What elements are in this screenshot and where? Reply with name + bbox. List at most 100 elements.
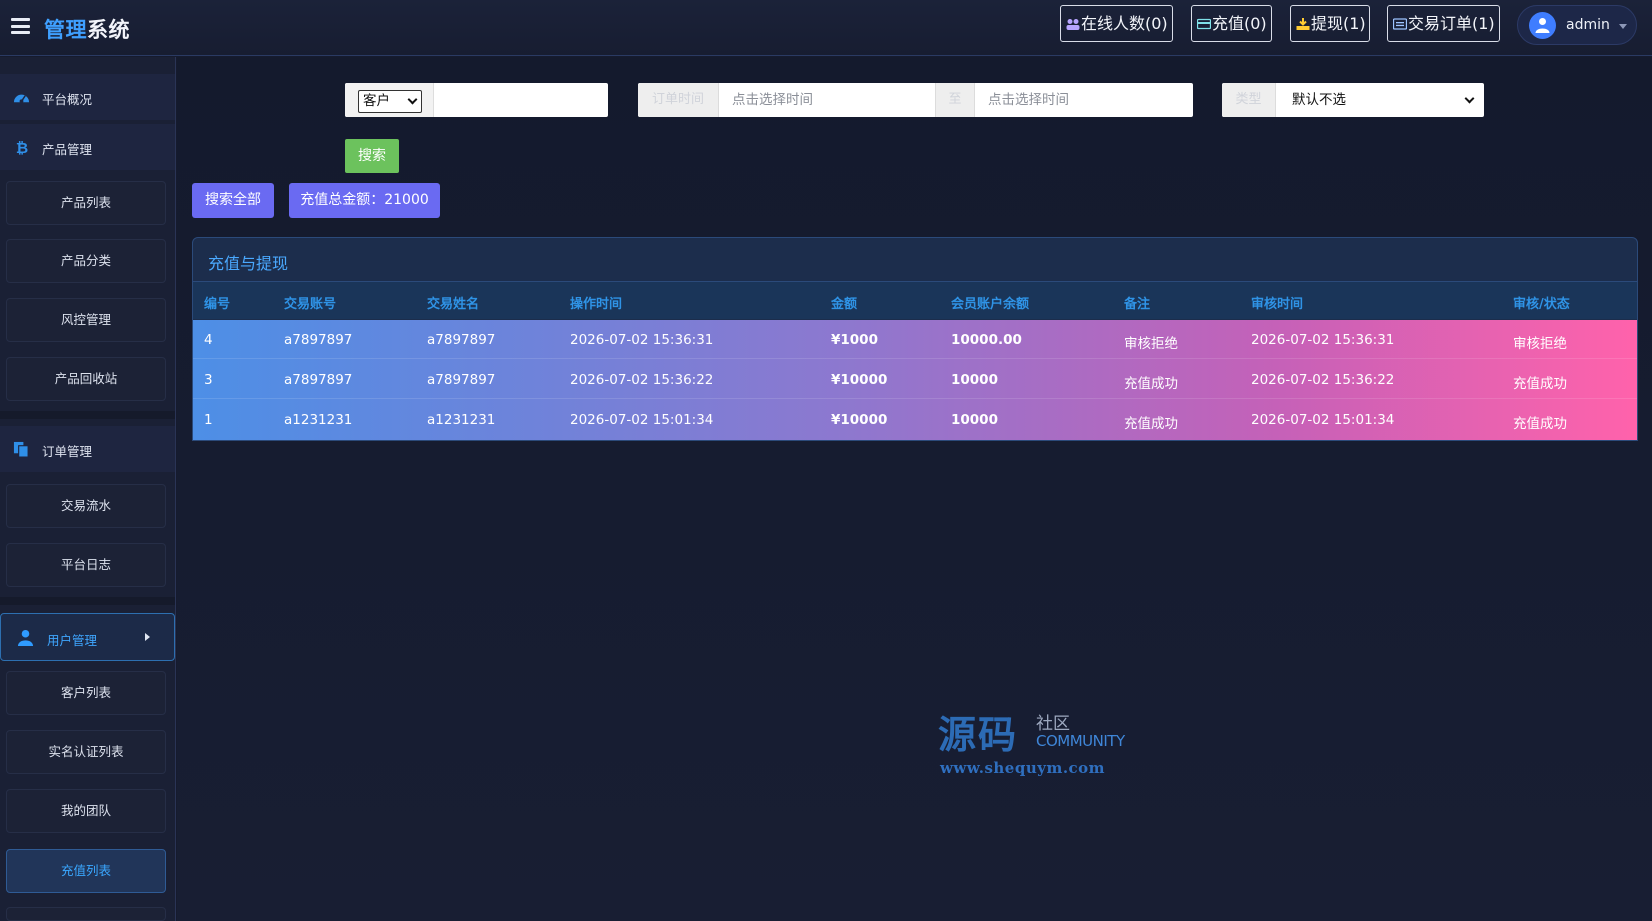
sidebar-item-risk-control[interactable]: 风控管理 xyxy=(6,298,166,342)
logo-text-part1: 管理 xyxy=(44,18,87,42)
users-icon xyxy=(1066,19,1080,30)
account-type-select[interactable]: 客户 xyxy=(358,90,422,113)
sidebar-item-partial[interactable] xyxy=(6,907,166,921)
watermark-logo: 源码 社区 COMMUNITY www.shequym.com xyxy=(938,704,1138,794)
sidebar-group-label: 用户管理 xyxy=(47,633,98,648)
dashboard-icon xyxy=(13,94,30,104)
user-menu[interactable]: admin xyxy=(1517,5,1637,45)
sidebar-item-customer-list[interactable]: 客户列表 xyxy=(6,671,166,715)
column-header-note: 备注 xyxy=(1124,297,1151,312)
recharge-total-badge: 充值总金额：21000 xyxy=(289,183,440,218)
cell-review-time: 2026-07-02 15:36:22 xyxy=(1251,372,1395,388)
cell-amount: ¥1000 xyxy=(831,332,878,348)
sidebar-group-users[interactable]: 用户管理 xyxy=(0,613,175,661)
watermark-big-text: 源码 xyxy=(938,713,1019,757)
recharge-withdraw-panel: 充值与提现 编号 交易账号 交易姓名 操作时间 金额 会员账户余额 备注 审核时… xyxy=(192,237,1638,441)
cell-name: a7897897 xyxy=(427,332,496,348)
column-header-id: 编号 xyxy=(204,297,231,312)
table-row[interactable]: 4 a7897897 a7897897 2026-07-02 15:36:31 … xyxy=(193,320,1637,359)
account-input[interactable] xyxy=(435,83,608,117)
cell-name: a1231231 xyxy=(427,412,496,428)
column-header-review-time: 审核时间 xyxy=(1251,297,1304,312)
user-name: admin xyxy=(1566,17,1610,33)
sidebar-item-my-team[interactable]: 我的团队 xyxy=(6,789,166,833)
search-all-button[interactable]: 搜索全部 xyxy=(192,183,274,218)
hamburger-menu-icon[interactable] xyxy=(11,18,30,34)
sidebar-item-recharge-list[interactable]: 充值列表 xyxy=(6,849,166,893)
logo-text-part2: 系统 xyxy=(87,18,130,42)
cell-account: a7897897 xyxy=(284,372,353,388)
caret-down-icon xyxy=(1619,24,1627,29)
sidebar-item-platform-log[interactable]: 平台日志 xyxy=(6,543,166,587)
table-row[interactable]: 1 a1231231 a1231231 2026-07-02 15:01:34 … xyxy=(193,400,1637,439)
list-card-icon xyxy=(1393,18,1407,30)
cell-balance: 10000 xyxy=(951,412,998,428)
cell-id: 3 xyxy=(204,372,213,388)
cell-id: 4 xyxy=(204,332,213,348)
sidebar-group-products[interactable]: ₿ 产品管理 xyxy=(0,124,175,170)
sidebar-item-product-recycle[interactable]: 产品回收站 xyxy=(6,357,166,401)
sidebar-divider xyxy=(0,411,175,419)
trade-orders-label: 交易订单(1) xyxy=(1408,14,1495,33)
cell-note: 充值成功 xyxy=(1124,416,1178,432)
watermark-small-text: 社区 xyxy=(1036,714,1070,734)
watermark-en-text: COMMUNITY xyxy=(1036,732,1125,750)
copy-icon xyxy=(13,441,29,458)
table-row[interactable]: 3 a7897897 a7897897 2026-07-02 15:36:22 … xyxy=(193,360,1637,399)
cell-status: 审核拒绝 xyxy=(1513,336,1567,352)
watermark-url: www.shequym.com xyxy=(940,759,1106,777)
withdraw-button[interactable]: 提现(1) xyxy=(1290,5,1370,42)
cell-amount: ¥10000 xyxy=(831,412,888,428)
type-select-value: 默认不选 xyxy=(1292,92,1346,108)
credit-card-icon xyxy=(1197,18,1211,30)
sidebar-item-realname-list[interactable]: 实名认证列表 xyxy=(6,730,166,774)
table-body: 4 a7897897 a7897897 2026-07-02 15:36:31 … xyxy=(193,320,1637,440)
sidebar-item-trade-flow[interactable]: 交易流水 xyxy=(6,484,166,528)
cell-note: 充值成功 xyxy=(1124,376,1178,392)
cell-balance: 10000.00 xyxy=(951,332,1022,348)
top-navbar: 管理系统 在线人数(0) 充值(0) 提现(1) 交易订单(1) admin xyxy=(0,0,1652,56)
app-logo: 管理系统 xyxy=(44,14,130,44)
trade-orders-button[interactable]: 交易订单(1) xyxy=(1387,5,1500,42)
sidebar-group-label: 订单管理 xyxy=(42,444,93,459)
svg-text:₿: ₿ xyxy=(16,139,28,156)
online-users-label: 在线人数(0) xyxy=(1081,14,1168,33)
cell-review-time: 2026-07-02 15:36:31 xyxy=(1251,332,1395,348)
range-to-label: 至 xyxy=(935,83,975,117)
sidebar-item-product-category[interactable]: 产品分类 xyxy=(6,239,166,283)
order-time-label: 订单时间 xyxy=(638,83,719,117)
sidebar-group-orders[interactable]: 订单管理 xyxy=(0,426,175,472)
user-icon xyxy=(17,629,34,646)
user-icon xyxy=(1535,18,1550,33)
avatar xyxy=(1529,12,1556,39)
recharge-button[interactable]: 充值(0) xyxy=(1191,5,1272,42)
sidebar-group-overview[interactable]: 平台概况 xyxy=(0,74,175,120)
column-header-account: 交易账号 xyxy=(284,297,337,312)
cell-status: 充值成功 xyxy=(1513,416,1567,432)
column-header-op-time: 操作时间 xyxy=(570,297,623,312)
sidebar-item-product-list[interactable]: 产品列表 xyxy=(6,181,166,225)
start-time-input[interactable]: 点击选择时间 xyxy=(720,83,934,117)
cell-op-time: 2026-07-02 15:01:34 xyxy=(570,412,714,428)
column-header-status: 审核/状态 xyxy=(1513,297,1570,312)
sidebar-group-label: 产品管理 xyxy=(42,142,93,157)
caret-right-icon xyxy=(145,633,150,641)
end-time-input[interactable]: 点击选择时间 xyxy=(976,83,1193,117)
withdraw-label: 提现(1) xyxy=(1311,14,1366,33)
search-button[interactable]: 搜索 xyxy=(345,139,399,173)
column-header-balance: 会员账户余额 xyxy=(951,297,1030,312)
download-icon xyxy=(1296,18,1310,30)
sidebar-group-label: 平台概况 xyxy=(42,92,93,107)
cell-op-time: 2026-07-02 15:36:31 xyxy=(570,332,714,348)
cell-balance: 10000 xyxy=(951,372,998,388)
column-header-name: 交易姓名 xyxy=(427,297,480,312)
sidebar: 平台概况 ₿ 产品管理 产品列表 产品分类 风控管理 产品回收站 订单管理 交易… xyxy=(0,57,176,921)
cell-id: 1 xyxy=(204,412,213,428)
type-select[interactable]: 默认不选 xyxy=(1277,83,1484,117)
cell-amount: ¥10000 xyxy=(831,372,888,388)
online-users-button[interactable]: 在线人数(0) xyxy=(1060,5,1173,42)
account-type-value: 客户 xyxy=(363,93,390,109)
type-filter: 类型 默认不选 xyxy=(1222,83,1484,117)
cell-note: 审核拒绝 xyxy=(1124,336,1178,352)
order-time-filter: 订单时间 点击选择时间 至 点击选择时间 xyxy=(638,83,1193,117)
